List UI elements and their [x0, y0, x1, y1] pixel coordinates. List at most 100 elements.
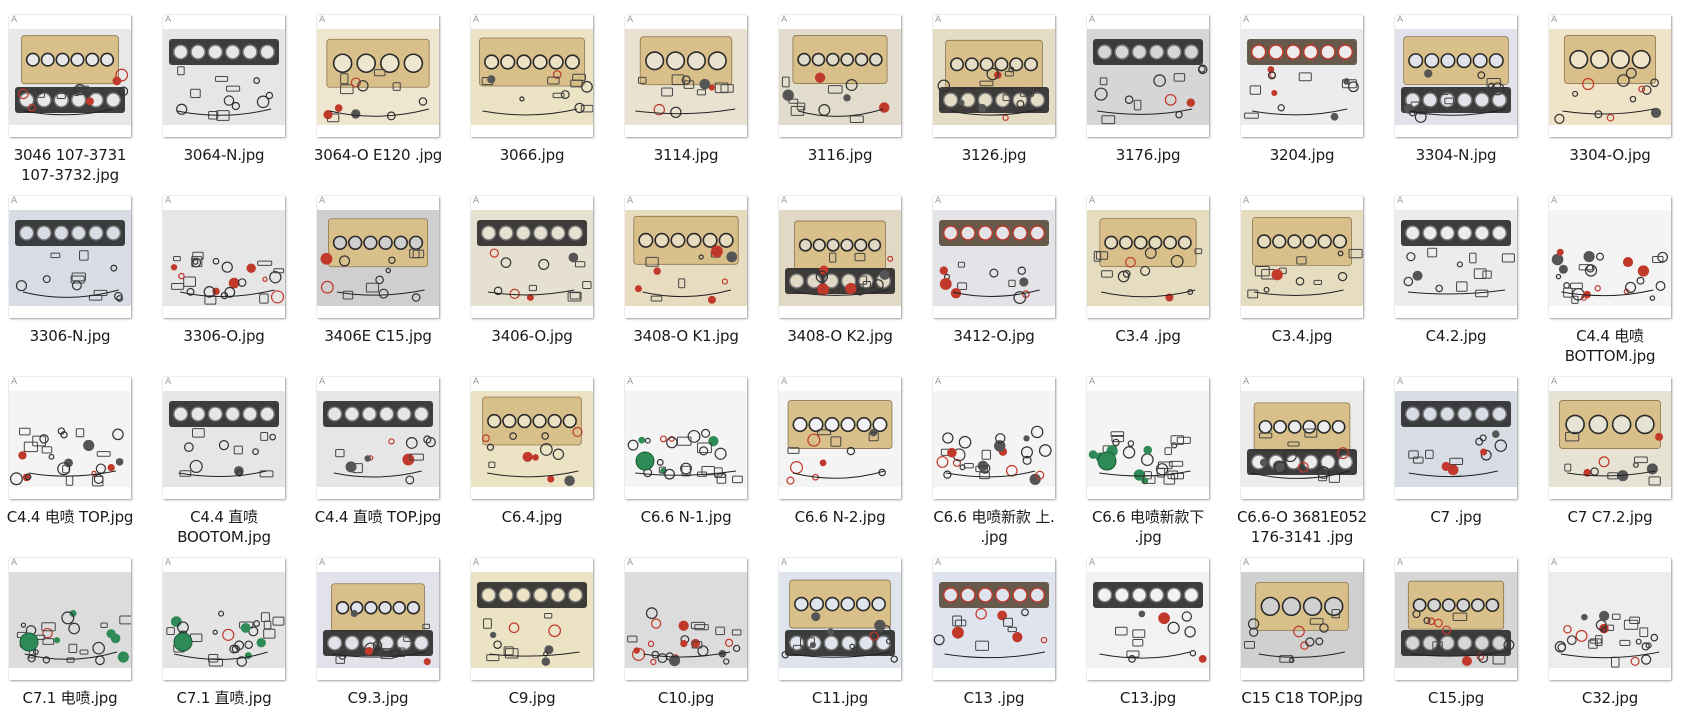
file-name-label[interactable]: C4.2.jpg — [1386, 326, 1526, 346]
file-thumbnail[interactable]: A — [1241, 558, 1363, 680]
file-thumbnail[interactable]: A — [779, 377, 901, 499]
file-name-label[interactable]: C7.1 直喷.jpg — [154, 688, 294, 708]
file-name-label[interactable]: C6.6 电喷新款 上. .jpg — [924, 507, 1064, 547]
file-item[interactable]: A 3408-O K1.jpg — [616, 181, 770, 362]
file-thumbnail[interactable]: A — [625, 377, 747, 499]
file-name-label[interactable]: 3306-O.jpg — [154, 326, 294, 346]
file-thumbnail[interactable]: A — [317, 196, 439, 318]
file-name-label[interactable]: 3406E C15.jpg — [308, 326, 448, 346]
file-thumbnail[interactable]: A — [933, 196, 1055, 318]
file-item[interactable]: A 3304-O.jpg — [1540, 0, 1681, 181]
file-item[interactable]: A C4.4 电喷 TOP.jpg — [0, 362, 154, 543]
file-name-label[interactable]: 3176.jpg — [1078, 145, 1218, 165]
file-name-label[interactable]: C4.4 电喷 TOP.jpg — [0, 507, 140, 527]
file-name-label[interactable]: 3408-O K2.jpg — [770, 326, 910, 346]
file-name-label[interactable]: 3408-O K1.jpg — [616, 326, 756, 346]
file-thumbnail[interactable]: A — [1241, 377, 1363, 499]
file-thumbnail[interactable]: A — [1395, 377, 1517, 499]
file-item[interactable]: A C6.6-O 3681E052 176-3141 .jpg — [1232, 362, 1386, 546]
file-thumbnail[interactable]: A — [1087, 15, 1209, 137]
file-thumbnail[interactable]: A — [933, 558, 1055, 680]
file-thumbnail[interactable]: A — [625, 558, 747, 680]
file-thumbnail[interactable]: A — [471, 377, 593, 499]
file-thumbnail[interactable]: A — [471, 15, 593, 137]
file-thumbnail[interactable]: A — [317, 558, 439, 680]
file-name-label[interactable]: 3406-O.jpg — [462, 326, 602, 346]
file-thumbnail[interactable]: A — [625, 15, 747, 137]
file-item[interactable]: A 3304-N.jpg — [1386, 0, 1540, 181]
file-thumbnail[interactable]: A — [1549, 377, 1671, 499]
file-name-label[interactable]: C7.1 电喷.jpg — [0, 688, 140, 708]
file-thumbnail[interactable]: A — [163, 377, 285, 499]
file-thumbnail[interactable]: A — [779, 196, 901, 318]
file-thumbnail[interactable]: A — [317, 377, 439, 499]
file-item[interactable]: A C32.jpg — [1540, 543, 1681, 724]
file-name-label[interactable]: 3304-N.jpg — [1386, 145, 1526, 165]
file-name-label[interactable]: C4.4 直喷 TOP.jpg — [308, 507, 448, 527]
file-name-label[interactable]: C32.jpg — [1540, 688, 1680, 708]
file-thumbnail[interactable]: A — [1395, 15, 1517, 137]
file-name-label[interactable]: 3204.jpg — [1232, 145, 1372, 165]
file-thumbnail[interactable]: A — [1549, 196, 1671, 318]
file-name-label[interactable]: C15 C18 TOP.jpg — [1232, 688, 1372, 708]
file-item[interactable]: A 3126.jpg — [924, 0, 1078, 181]
file-item[interactable]: A C10.jpg — [616, 543, 770, 724]
file-item[interactable]: A C4.4 直喷 TOP.jpg — [308, 362, 462, 543]
file-name-label[interactable]: C10.jpg — [616, 688, 756, 708]
file-thumbnail[interactable]: A — [1395, 558, 1517, 680]
file-item[interactable]: A 3406-O.jpg — [462, 181, 616, 362]
file-thumbnail[interactable]: A — [1087, 196, 1209, 318]
file-thumbnail[interactable]: A — [1087, 377, 1209, 499]
file-name-label[interactable]: C6.6 N-1.jpg — [616, 507, 756, 527]
file-thumbnail[interactable]: A — [1241, 196, 1363, 318]
file-item[interactable]: A 3114.jpg — [616, 0, 770, 181]
file-name-label[interactable]: C6.6 N-2.jpg — [770, 507, 910, 527]
file-name-label[interactable]: C7 .jpg — [1386, 507, 1526, 527]
file-item[interactable]: A 3406E C15.jpg — [308, 181, 462, 362]
file-name-label[interactable]: 3064-O E120 .jpg — [308, 145, 448, 165]
file-item[interactable]: A C9.jpg — [462, 543, 616, 724]
file-name-label[interactable]: C6.6-O 3681E052 176-3141 .jpg — [1232, 507, 1372, 547]
file-item[interactable]: A C11.jpg — [770, 543, 924, 724]
file-name-label[interactable]: 3046 107-3731 107-3732.jpg — [0, 145, 140, 185]
file-item[interactable]: A 3046 107-3731 107-3732.jpg — [0, 0, 154, 184]
file-thumbnail[interactable]: A — [933, 377, 1055, 499]
file-name-label[interactable]: 3064-N.jpg — [154, 145, 294, 165]
file-name-label[interactable]: C6.4.jpg — [462, 507, 602, 527]
file-thumbnail[interactable]: A — [625, 196, 747, 318]
file-thumbnail[interactable]: A — [9, 377, 131, 499]
file-item[interactable]: A C7 C7.2.jpg — [1540, 362, 1681, 543]
file-name-label[interactable]: 3116.jpg — [770, 145, 910, 165]
file-name-label[interactable]: C4.4 电喷 BOTTOM.jpg — [1540, 326, 1680, 366]
file-item[interactable]: A C15 C18 TOP.jpg — [1232, 543, 1386, 724]
file-thumbnail[interactable]: A — [1395, 196, 1517, 318]
file-name-label[interactable]: C6.6 电喷新款下 .jpg — [1078, 507, 1218, 547]
file-item[interactable]: A C7.1 电喷.jpg — [0, 543, 154, 724]
file-name-label[interactable]: 3412-O.jpg — [924, 326, 1064, 346]
file-item[interactable]: A C7.1 直喷.jpg — [154, 543, 308, 724]
file-thumbnail[interactable]: A — [1241, 15, 1363, 137]
file-name-label[interactable]: C4.4 直喷 BOOTOM.jpg — [154, 507, 294, 547]
file-item[interactable]: A C7 .jpg — [1386, 362, 1540, 543]
file-item[interactable]: A C3.4 .jpg — [1078, 181, 1232, 362]
file-name-label[interactable]: C3.4.jpg — [1232, 326, 1372, 346]
file-item[interactable]: A 3064-N.jpg — [154, 0, 308, 181]
file-thumbnail[interactable]: A — [163, 15, 285, 137]
file-item[interactable]: A C4.4 直喷 BOOTOM.jpg — [154, 362, 308, 546]
file-thumbnail[interactable]: A — [471, 558, 593, 680]
file-item[interactable]: A 3116.jpg — [770, 0, 924, 181]
file-item[interactable]: A C6.6 N-1.jpg — [616, 362, 770, 543]
file-name-label[interactable]: C9.3.jpg — [308, 688, 448, 708]
file-thumbnail[interactable]: A — [471, 196, 593, 318]
file-name-label[interactable]: 3126.jpg — [924, 145, 1064, 165]
file-item[interactable]: A 3412-O.jpg — [924, 181, 1078, 362]
file-item[interactable]: A 3306-O.jpg — [154, 181, 308, 362]
file-item[interactable]: A C6.4.jpg — [462, 362, 616, 543]
file-thumbnail[interactable]: A — [317, 15, 439, 137]
file-item[interactable]: A C6.6 电喷新款 上. .jpg — [924, 362, 1078, 546]
file-item[interactable]: A 3306-N.jpg — [0, 181, 154, 362]
file-thumbnail[interactable]: A — [9, 196, 131, 318]
file-name-label[interactable]: 3114.jpg — [616, 145, 756, 165]
file-thumbnail[interactable]: A — [163, 196, 285, 318]
file-thumbnail[interactable]: A — [1549, 558, 1671, 680]
